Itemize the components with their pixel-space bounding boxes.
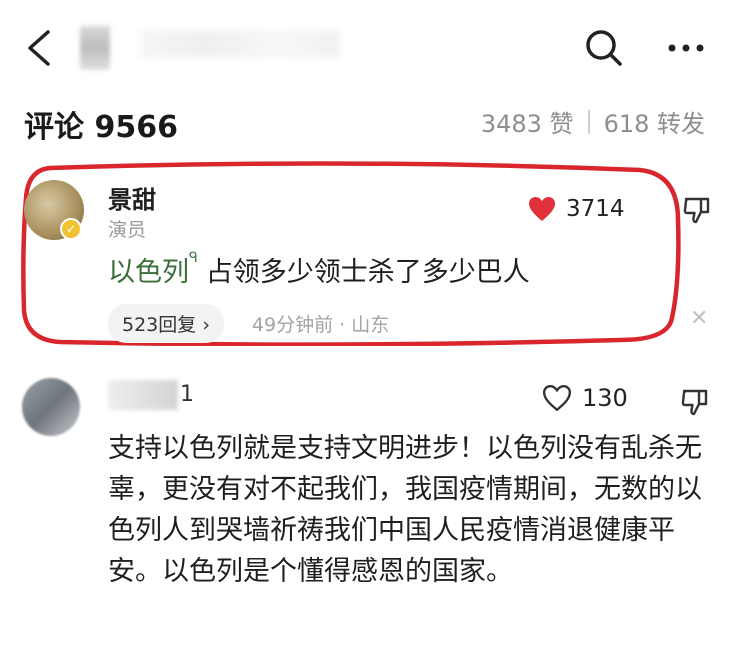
likes-count[interactable]: 3483 赞	[481, 104, 574, 139]
replies-label: 523回复	[122, 314, 197, 336]
avatar[interactable]	[22, 378, 80, 436]
search-tag-icon: ᑫ	[189, 250, 198, 266]
replies-button[interactable]: 523回复 ›	[108, 304, 224, 343]
divider	[587, 109, 590, 134]
heart-outline-icon	[542, 385, 572, 412]
comment-author[interactable]: 1	[180, 382, 194, 407]
time-location: 49分钟前 · 山东	[251, 314, 390, 336]
verified-badge-icon: ✓	[60, 218, 82, 240]
comments-count-title: 评论 9566	[24, 110, 178, 145]
like-button[interactable]: 3714	[528, 196, 625, 222]
chevron-left-icon[interactable]	[22, 28, 58, 68]
like-button[interactable]: 130	[542, 384, 628, 412]
post-stats: 3483 赞 618 转发	[481, 104, 705, 139]
blurred-avatar	[80, 26, 110, 70]
more-horizontal-icon[interactable]	[662, 30, 710, 66]
author-role: 演员	[108, 219, 147, 241]
comment-body: 占领多少领士杀了多少巴人	[205, 257, 530, 288]
search-icon[interactable]	[582, 26, 626, 70]
comment-meta: 523回复 › 49分钟前 · 山东	[108, 304, 389, 343]
comment-body: 支持以色列就是支持文明进步！以色列没有乱杀无辜，更没有对不起我们，我国疫情期间，…	[108, 433, 702, 587]
blurred-username	[108, 380, 178, 410]
thumbs-down-icon[interactable]	[680, 387, 710, 417]
chevron-right-icon: ›	[202, 314, 210, 336]
reposts-count[interactable]: 618 转发	[604, 104, 705, 139]
thumbs-down-icon[interactable]	[682, 195, 712, 225]
comment-author[interactable]: 景甜	[108, 180, 156, 215]
blurred-username	[140, 30, 340, 58]
topic-tag[interactable]: 以色列	[108, 257, 189, 288]
like-count: 130	[582, 384, 628, 412]
heart-filled-icon	[529, 197, 555, 221]
like-count: 3714	[566, 196, 625, 222]
top-bar	[0, 0, 731, 95]
comment-text: 以色列ᑫ 占领多少领士杀了多少巴人	[108, 250, 530, 289]
close-icon[interactable]: ✕	[690, 306, 708, 331]
